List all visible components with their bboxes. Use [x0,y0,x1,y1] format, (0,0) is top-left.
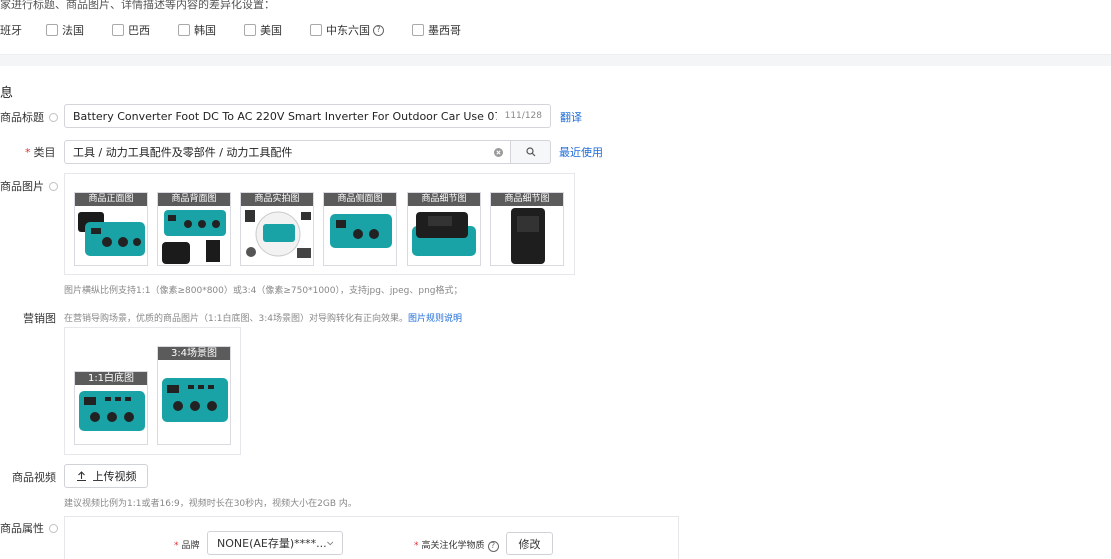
country-option-mexico[interactable]: 墨西哥 [412,22,461,38]
image-tag: 商品细节图 [491,193,563,206]
help-icon[interactable]: ? [487,540,499,552]
upload-video-label: 上传视频 [92,470,137,483]
brand-select[interactable]: NONE(AE存量)****... [207,531,343,555]
inverter-photo [162,210,226,264]
inverter-photo [412,212,476,256]
translate-link[interactable]: 翻译 [560,109,582,125]
help-icon[interactable]: ? [373,24,384,36]
attributes-panel [64,516,679,559]
country-label: 法国 [62,24,84,37]
help-icon[interactable] [49,523,58,533]
image-tag: 商品正面图 [75,193,147,206]
category-label-row: * 类目 [25,144,56,160]
checkbox[interactable] [46,24,58,36]
attributes-label-row: 商品属性 [0,520,58,536]
attributes-label: 商品属性 [0,522,44,535]
country-label: 巴西 [128,24,150,37]
country-option-korea[interactable]: 韩国 [178,22,216,38]
product-image-front[interactable]: 商品正面图 [74,192,148,266]
image-tag: 3:4场景图 [158,347,230,360]
upload-icon [76,470,86,481]
country-label: 中东六国 [326,24,370,37]
image-tag: 商品侧面图 [324,193,396,206]
images-label-row: 商品图片 [0,178,58,194]
inverter-photo [511,208,545,264]
image-rules-link[interactable]: 图片规则说明 [408,314,462,324]
upload-video-button[interactable]: 上传视频 [64,464,148,488]
brand-label: 品牌 [181,541,200,551]
section-title: 息 [0,86,14,101]
inverter-photo [162,378,228,422]
country-label: 韩国 [194,24,216,37]
product-image-real[interactable]: 商品实拍图 [240,192,314,266]
image-size-hint: 图片横纵比例支持1:1（像素≥800*800）或3:4（像素≥750*1000）… [64,286,463,296]
title-label: 商品标题 [0,111,44,124]
video-label: 商品视频 [12,471,56,484]
product-image-back[interactable]: 商品背面图 [157,192,231,266]
country-label: 班牙 [0,24,22,37]
inverter-photo [245,210,311,258]
section-divider [0,54,1111,66]
title-input[interactable]: Battery Converter Foot DC To AC 220V Sma… [64,104,551,128]
clear-icon[interactable] [494,147,503,157]
country-option-france[interactable]: 法国 [46,22,84,38]
product-image-detail-1[interactable]: 商品细节图 [407,192,481,266]
variant-settings-note: 家进行标题、商品图片、详情描述等内容的差异化设置： [0,0,275,11]
country-option-brazil[interactable]: 巴西 [112,22,150,38]
search-icon [525,147,535,157]
image-tag: 商品背面图 [158,193,230,206]
chemical-label: 高关注化学物质 [421,541,485,551]
category-input[interactable]: 工具 / 动力工具配件及零部件 / 动力工具配件 [64,140,511,164]
char-count: 111/128 [504,111,542,121]
marketing-hint: 在营销导购场景，优质的商品图片（1:1白底图、3:4场景图）对导购转化有正向效果… [64,314,408,324]
images-label: 商品图片 [0,180,44,193]
inverter-photo [330,214,392,248]
help-icon[interactable] [49,181,58,191]
checkbox[interactable] [412,24,424,36]
title-input-value: Battery Converter Foot DC To AC 220V Sma… [73,109,497,123]
product-image-detail-2[interactable]: 商品细节图 [490,192,564,266]
modify-button[interactable]: 修改 [506,532,553,555]
required-mark: * [25,146,31,159]
inverter-photo [78,212,145,256]
chevron-down-icon [326,541,333,545]
marketing-hint-row: 在营销导购场景，优质的商品图片（1:1白底图、3:4场景图）对导购转化有正向效果… [64,311,462,324]
brand-value: NONE(AE存量)****... [217,537,327,550]
image-tag: 商品细节图 [408,193,480,206]
checkbox[interactable] [112,24,124,36]
category-label: 类目 [33,146,56,159]
category-value: 工具 / 动力工具配件及零部件 / 动力工具配件 [73,146,293,159]
checkbox[interactable] [244,24,256,36]
product-image-side[interactable]: 商品侧面图 [323,192,397,266]
country-label: 墨西哥 [428,24,461,37]
country-option-spain[interactable]: 班牙 [0,22,22,38]
checkbox[interactable] [178,24,190,36]
brand-label-row: * 品牌 [174,538,200,551]
country-option-middle-east[interactable]: 中东六国 ? [310,22,384,38]
inverter-photo [79,391,145,431]
marketing-label: 营销图 [23,312,56,325]
image-tag: 1:1白底图 [75,372,147,385]
marketing-image-white-bg[interactable]: 1:1白底图 [74,371,148,445]
country-option-usa[interactable]: 美国 [244,22,282,38]
country-label: 美国 [260,24,282,37]
help-icon[interactable] [49,112,58,122]
image-tag: 商品实拍图 [241,193,313,206]
category-search-button[interactable] [510,140,551,164]
marketing-image-scene[interactable]: 3:4场景图 [157,346,231,445]
recent-use-link[interactable]: 最近使用 [559,144,603,160]
required-mark: * [174,541,179,551]
chemical-label-row: * 高关注化学物质? [414,538,499,552]
checkbox[interactable] [310,24,322,36]
video-hint: 建议视频比例为1:1或者16:9，视频时长在30秒内，视频大小在2GB 内。 [64,499,357,509]
title-label-row: 商品标题 [0,109,58,125]
required-mark: * [414,541,419,551]
